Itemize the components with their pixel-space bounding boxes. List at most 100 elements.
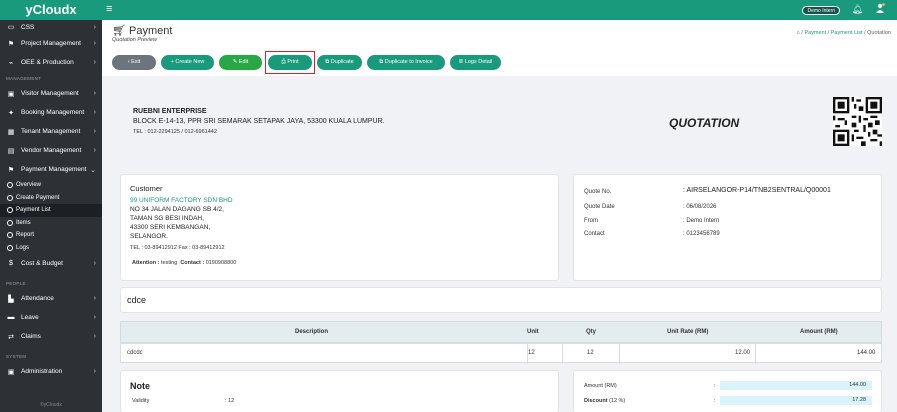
- qr-code-svg: [833, 97, 882, 146]
- attention-value: testing: [161, 260, 178, 266]
- sidebar-sub-logs[interactable]: Logs: [0, 242, 102, 255]
- sidebar-item-attendance[interactable]: ▙ Attendance ›: [0, 289, 102, 308]
- cell-divider: [619, 344, 620, 364]
- duplicate-invoice-label: Duplicate to Invoice: [384, 59, 433, 65]
- swap-icon: ⇄: [8, 333, 14, 341]
- list-icon: ≣: [458, 59, 464, 65]
- sidebar-item-label: Project Management: [21, 40, 81, 47]
- customer-heading: Customer: [130, 184, 163, 193]
- sidebar-item-label: Booking Management: [21, 109, 85, 116]
- page-title: 🛒︎ Payment: [112, 24, 172, 37]
- section-people: PEOPLE: [6, 281, 26, 286]
- print-label: Print: [287, 59, 299, 65]
- chevron-right-icon: ›: [93, 90, 96, 97]
- sidebar-item-cost-budget[interactable]: $ Cost & Budget ›: [0, 254, 102, 273]
- sidebar-sub-label: Overview: [16, 182, 42, 189]
- sidebar-item-tenant-management[interactable]: ▦ Tenant Management ›: [0, 122, 102, 141]
- qr-code: [833, 97, 882, 146]
- circle-icon: [7, 244, 13, 251]
- admin-icon: ▣: [7, 368, 15, 376]
- circle-icon: [7, 182, 13, 189]
- document-title: QUOTATION: [669, 116, 740, 130]
- exit-button[interactable]: ‹ Exit: [112, 55, 156, 70]
- breadcrumb: ⌂ / Payment / Payment List / Quotation: [796, 30, 891, 36]
- amount-value: 144.00: [849, 382, 866, 388]
- sidebar-item-visitor-management[interactable]: ▣ Visitor Management ›: [0, 84, 102, 103]
- sidebar-item-booking-management[interactable]: ✦ Booking Management ›: [0, 103, 102, 122]
- discount-colon: :: [714, 398, 716, 404]
- edit-label: Edit: [238, 59, 249, 65]
- brand-logo[interactable]: yCloudx: [0, 0, 102, 20]
- copy-icon: ⧉: [325, 59, 330, 65]
- row-description: cdcdc: [127, 350, 143, 356]
- car-icon: ▬: [7, 314, 15, 321]
- section-system: SYSTEM: [6, 354, 27, 359]
- chevron-right-icon: ›: [93, 147, 96, 154]
- chevron-right-icon: ›: [93, 59, 96, 66]
- quote-date-value: : 06/08/2026: [683, 204, 717, 210]
- sidebar-item-administration[interactable]: ▣ Administration ›: [0, 362, 102, 381]
- sidebar-sub-label: Items: [16, 219, 31, 226]
- user-badge[interactable]: Demo Intern: [802, 6, 840, 15]
- quote-no-label: Quote No.: [584, 189, 612, 195]
- chart-icon: ⌁: [8, 59, 14, 67]
- user-icon[interactable]: [875, 3, 885, 16]
- logs-detail-button[interactable]: ≣ Logs Detail: [450, 55, 501, 70]
- chevron-right-icon: ›: [93, 314, 96, 321]
- breadcrumb-payment-list[interactable]: Payment List: [831, 30, 863, 36]
- customer-address-line-2: TAMAN SG BESI INDAH,: [130, 215, 204, 222]
- breadcrumb-quotation: Quotation: [867, 30, 891, 36]
- sidebar-item-label: Visitor Management: [21, 90, 79, 97]
- sidebar-item-oee-production[interactable]: ⌁ OEE & Production ›: [0, 53, 102, 72]
- sidebar-sub-report[interactable]: Report: [0, 229, 102, 242]
- sidebar-item-vendor-management[interactable]: ▤ Vendor Management ›: [0, 141, 102, 160]
- th-description: Description: [295, 329, 329, 335]
- logs-detail-label: Logs Detail: [464, 59, 493, 65]
- quote-date-label: Quote Date: [584, 204, 615, 210]
- section-management: MANAGEMENT: [6, 76, 42, 81]
- sidebar-item-leave[interactable]: ▬ Leave ›: [0, 308, 102, 327]
- sidebar-sub-payment-list[interactable]: Payment List: [0, 204, 102, 217]
- sidebar-sub-create-payment[interactable]: Create Payment: [0, 192, 102, 205]
- print-button[interactable]: ⎙ Print: [268, 55, 312, 70]
- exit-label: Exit: [131, 59, 141, 65]
- sidebar-sub-label: Logs: [16, 244, 30, 251]
- sidebar-item-project-management[interactable]: ⚑ Project Management ›: [0, 34, 102, 53]
- vendor-icon: ▤: [7, 147, 15, 155]
- duplicate-to-invoice-button[interactable]: ⧉ Duplicate to Invoice: [367, 55, 445, 70]
- items-table-header: Description Unit Qty Unit Rate (RM) Amou…: [120, 321, 882, 343]
- th-unit: Unit: [527, 329, 539, 335]
- sidebar-sub-items[interactable]: Items: [0, 217, 102, 230]
- subject-text: cdce: [127, 295, 147, 305]
- sidebar-item-label: Leave: [21, 314, 39, 321]
- validity-value: : 12: [225, 398, 235, 404]
- hamburger-menu-icon[interactable]: ≡: [106, 3, 112, 15]
- sidebar-item-label: OEE & Production: [21, 59, 74, 66]
- user-svg: [876, 3, 885, 13]
- discount-pct: (12 %): [609, 398, 626, 404]
- home-icon[interactable]: ⌂: [797, 30, 800, 36]
- customer-name[interactable]: 99 UNIFORM FACTORY SDN BHD: [130, 197, 233, 204]
- breadcrumb-payment[interactable]: Payment: [804, 30, 826, 36]
- sidebar-item-css[interactable]: ▭ CSS ›: [0, 20, 102, 34]
- discount-label: Discount: [584, 398, 608, 404]
- sidebar-item-claims[interactable]: ⇄ Claims ›: [0, 327, 102, 346]
- circle-icon: [7, 232, 13, 239]
- discount-label-group: Discount (12 %): [584, 398, 625, 404]
- sidebar-item-label: Administration: [21, 368, 63, 375]
- create-new-button[interactable]: + Create New: [161, 55, 214, 70]
- topbar: ≡ Demo Intern 🔔︎: [102, 0, 897, 20]
- chevron-right-icon: ›: [93, 23, 96, 31]
- calendar-icon: ▙: [8, 295, 14, 303]
- sidebar-item-label: Attendance: [21, 295, 54, 302]
- bell-icon[interactable]: 🔔︎: [852, 4, 863, 15]
- sidebar-item-label: Payment Management: [21, 166, 87, 173]
- page-header: 🛒︎ Payment Quotation Preview ⌂ / Payment…: [102, 20, 897, 48]
- contact-label: Contact :: [180, 260, 205, 266]
- chevron-right-icon: ›: [93, 109, 96, 116]
- sidebar-sub-overview[interactable]: Overview: [0, 179, 102, 192]
- edit-button[interactable]: ✎ Edit: [219, 55, 262, 70]
- duplicate-button[interactable]: ⧉ Duplicate: [317, 55, 362, 70]
- row-amount: 144.00: [857, 350, 876, 356]
- sidebar-item-payment-management[interactable]: ⚑ Payment Management ⌄: [0, 160, 102, 179]
